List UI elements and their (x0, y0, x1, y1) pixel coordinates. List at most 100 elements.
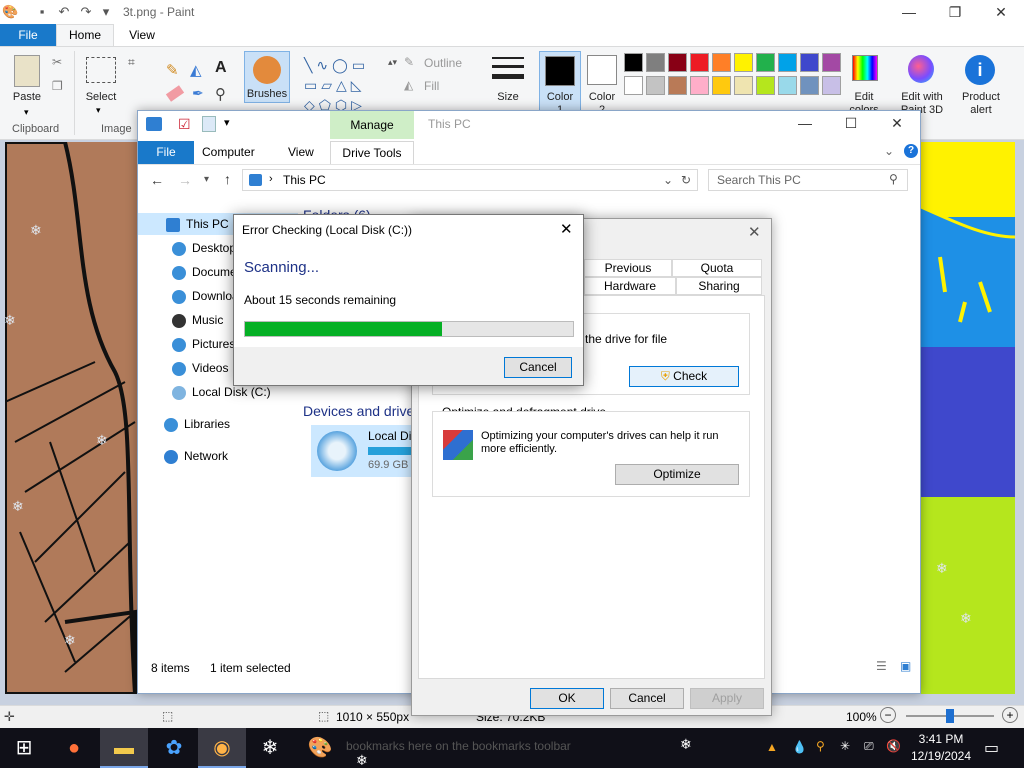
cut-icon[interactable]: ✂ (52, 55, 62, 69)
palette-swatch[interactable] (756, 53, 775, 72)
new-folder-icon[interactable] (202, 116, 216, 132)
palette-swatch[interactable] (800, 76, 819, 95)
tab-computer[interactable]: Computer (202, 145, 255, 159)
undo-icon[interactable]: ↶ (56, 4, 72, 20)
breadcrumb[interactable]: This PC (283, 173, 326, 187)
cancel-button[interactable]: Cancel (610, 688, 684, 709)
palette-swatch[interactable] (800, 53, 819, 72)
copy-icon[interactable]: ❐ (52, 79, 63, 93)
palette-swatch[interactable] (734, 53, 753, 72)
network-tray-icon[interactable]: ⎚ (864, 739, 874, 754)
fill-bucket-icon[interactable]: ◭ (190, 61, 202, 79)
paint-tab-home[interactable]: Home (56, 24, 114, 46)
tray-app-icon[interactable]: ▲ (766, 740, 778, 754)
address-dropdown-icon[interactable]: ⌄ (663, 173, 673, 187)
properties-close-icon[interactable]: ✕ (748, 223, 761, 241)
forward-icon[interactable]: → (178, 172, 192, 188)
palette-swatch[interactable] (624, 76, 643, 95)
edit-colors-icon[interactable] (852, 55, 878, 81)
check-button[interactable]: ⛨ Check (629, 366, 739, 387)
file-explorer-icon[interactable]: ▬ (100, 728, 148, 768)
tab-manage[interactable]: Manage (330, 111, 414, 139)
notifications-icon[interactable]: ▭ (984, 738, 999, 758)
select-button[interactable]: Select (82, 91, 120, 103)
zoom-out-icon[interactable]: − (880, 707, 896, 723)
palette-swatch[interactable] (822, 53, 841, 72)
fill-button[interactable]: Fill (424, 79, 439, 93)
select-dropdown-icon[interactable]: ▾ (96, 105, 101, 116)
shapes-gallery[interactable]: ╲∿◯▭ ▭▱△◺ ◇⬠⬡▷ (304, 55, 388, 113)
address-bar[interactable]: › This PC ⌄ ↻ (242, 169, 698, 191)
details-view-icon[interactable]: ☰ (876, 659, 887, 673)
apply-button[interactable]: Apply (690, 688, 764, 709)
info-icon[interactable]: i (965, 55, 995, 85)
tab-drive-tools[interactable]: Drive Tools (330, 141, 414, 164)
quick-access-dropdown-icon[interactable]: ▾ (98, 4, 114, 20)
palette-swatch[interactable] (734, 76, 753, 95)
paste-button[interactable]: Paste (8, 91, 46, 103)
tray-drop-icon[interactable]: 💧 (792, 740, 807, 754)
crop-icon[interactable]: ⌗ (128, 55, 135, 70)
color2-button[interactable]: Color (582, 91, 622, 103)
clock-time[interactable]: 3:41 PM (908, 732, 974, 746)
redo-icon[interactable]: ↷ (78, 4, 94, 20)
eraser-icon[interactable] (165, 85, 185, 102)
paste-icon[interactable] (14, 55, 40, 87)
size-button[interactable]: Size (490, 91, 526, 103)
clock-date[interactable]: 12/19/2024 (908, 749, 974, 763)
explorer-minimize-icon[interactable]: — (782, 111, 828, 137)
palette-swatch[interactable] (822, 76, 841, 95)
sidebar-item-network[interactable]: Network (138, 445, 298, 467)
text-tool-icon[interactable]: A (215, 59, 227, 77)
recent-locations-icon[interactable]: ▾ (204, 174, 209, 185)
tab-quota[interactable]: Quota (672, 259, 762, 277)
palette-swatch[interactable] (624, 53, 643, 72)
palette-swatch[interactable] (712, 76, 731, 95)
outline-button[interactable]: Outline (424, 56, 462, 70)
palette-swatch[interactable] (690, 53, 709, 72)
magnifier-icon[interactable]: ⚲ (215, 85, 226, 103)
paste-dropdown-icon[interactable]: ▾ (24, 107, 29, 118)
palette-swatch[interactable] (778, 76, 797, 95)
paint-tab-view[interactable]: View (114, 24, 170, 46)
optimize-button[interactable]: Optimize (615, 464, 739, 485)
select-icon[interactable] (86, 57, 116, 83)
tab-previous-versions[interactable]: Previous Versions (584, 259, 672, 291)
devices-group-header[interactable]: Devices and drives (303, 403, 413, 419)
restore-icon[interactable]: ❐ (932, 0, 978, 24)
palette-swatch[interactable] (668, 76, 687, 95)
search-input[interactable]: Search This PC ⚲ (708, 169, 908, 191)
ok-button[interactable]: OK (530, 688, 604, 709)
start-button[interactable]: ⊞ (0, 728, 48, 768)
tab-file[interactable]: File (138, 141, 194, 164)
snow-app-icon[interactable]: ❄ (246, 728, 294, 768)
tab-hardware[interactable]: Hardware (584, 277, 676, 295)
help-icon[interactable]: ? (904, 144, 918, 158)
properties-icon[interactable]: ☑ (178, 116, 191, 133)
drive-tile-c[interactable]: Local Disk (C:) 69.9 GB free (311, 425, 411, 477)
color1-button[interactable]: Color 1 (539, 51, 581, 116)
tray-brightness-icon[interactable]: ✳ (840, 739, 850, 753)
sidebar-item-libraries[interactable]: Libraries (138, 413, 298, 435)
tab-view[interactable]: View (288, 145, 314, 159)
volume-muted-icon[interactable]: 🔇 (886, 739, 901, 753)
shapes-scroll-icon[interactable]: ▴▾ (388, 57, 397, 68)
paint-tab-file[interactable]: File (0, 24, 56, 46)
paint-taskbar-icon[interactable]: 🎨 (296, 728, 344, 768)
back-icon[interactable]: ← (150, 172, 164, 188)
pencil-icon[interactable]: ✎ (166, 61, 179, 79)
save-icon[interactable]: ▪ (34, 4, 50, 20)
explorer-maximize-icon[interactable]: ☐ (828, 111, 874, 137)
ribbon-expand-icon[interactable]: ⌄ (884, 144, 894, 158)
color2-swatch[interactable] (587, 55, 617, 85)
error-cancel-button[interactable]: Cancel (504, 357, 572, 378)
palette-swatch[interactable] (756, 76, 775, 95)
brushes-button[interactable]: Brushes (244, 51, 290, 103)
zoom-slider-thumb[interactable] (946, 709, 954, 723)
tray-search-icon[interactable]: ⚲ (816, 739, 825, 753)
app-icon[interactable]: ✿ (150, 728, 198, 768)
refresh-icon[interactable]: ↻ (681, 173, 691, 187)
palette-swatch[interactable] (778, 53, 797, 72)
up-icon[interactable]: ↑ (224, 171, 231, 187)
color-picker-icon[interactable]: ✒ (192, 85, 204, 102)
